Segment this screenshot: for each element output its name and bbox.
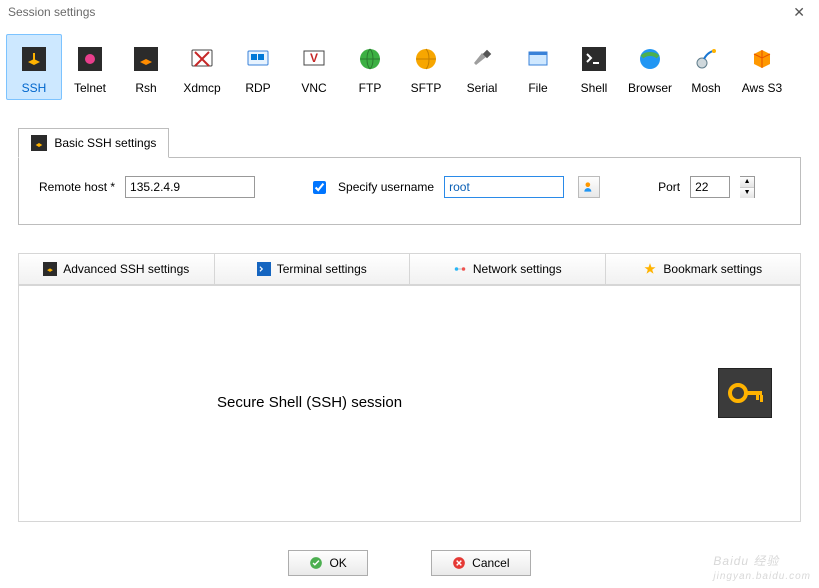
session-type-awss3[interactable]: Aws S3 — [734, 34, 790, 100]
ftp-icon — [354, 43, 386, 75]
session-type-label: SSH — [7, 81, 61, 99]
session-type-ssh[interactable]: SSH — [6, 34, 62, 100]
tab-advanced-ssh[interactable]: Advanced SSH settings — [18, 253, 215, 285]
tab-network[interactable]: Network settings — [410, 253, 606, 285]
telnet-icon — [74, 43, 106, 75]
svg-text:V: V — [310, 51, 318, 65]
serial-icon — [466, 43, 498, 75]
session-type-browser[interactable]: Browser — [622, 34, 678, 100]
xdmcp-icon — [186, 43, 218, 75]
tab-basic-label: Basic SSH settings — [54, 136, 156, 150]
sftp-icon — [410, 43, 442, 75]
check-icon — [309, 556, 323, 570]
port-input[interactable] — [690, 176, 730, 198]
network-icon — [453, 262, 467, 276]
vnc-icon: V — [298, 43, 330, 75]
mosh-icon — [690, 43, 722, 75]
star-icon — [643, 262, 657, 276]
cancel-button[interactable]: Cancel — [431, 550, 530, 576]
ok-button[interactable]: OK — [288, 550, 367, 576]
user-picker-button[interactable] — [578, 176, 600, 198]
rdp-icon — [242, 43, 274, 75]
browser-icon — [634, 43, 666, 75]
session-type-file[interactable]: File — [510, 34, 566, 100]
session-type-toolbar: SSH Telnet Rsh Xdmcp RDP V VNC FTP SFTP … — [0, 24, 819, 108]
remote-host-input[interactable] — [125, 176, 255, 198]
session-type-ftp[interactable]: FTP — [342, 34, 398, 100]
spin-up-icon[interactable]: ▲ — [740, 177, 754, 188]
terminal-icon — [257, 262, 271, 276]
specify-username-label: Specify username — [338, 180, 434, 194]
specify-username-checkbox[interactable] — [313, 181, 326, 194]
awss3-icon — [746, 43, 778, 75]
window-title: Session settings — [8, 5, 95, 19]
session-type-vnc[interactable]: V VNC — [286, 34, 342, 100]
basic-settings-panel: Remote host * Specify username Port ▲▼ — [18, 157, 801, 225]
session-type-shell[interactable]: Shell — [566, 34, 622, 100]
port-spinner[interactable]: ▲▼ — [740, 176, 755, 198]
rsh-icon — [130, 43, 162, 75]
username-input[interactable] — [444, 176, 564, 198]
wrench-icon — [43, 262, 57, 276]
dialog-buttons: OK Cancel — [0, 550, 819, 576]
cancel-icon — [452, 556, 466, 570]
session-content-panel: Secure Shell (SSH) session — [18, 286, 801, 522]
session-type-sftp[interactable]: SFTP — [398, 34, 454, 100]
session-type-rsh[interactable]: Rsh — [118, 34, 174, 100]
close-icon[interactable]: ✕ — [787, 2, 811, 23]
session-type-xdmcp[interactable]: Xdmcp — [174, 34, 230, 100]
port-label: Port — [658, 180, 680, 194]
spin-down-icon[interactable]: ▼ — [740, 188, 754, 198]
tab-bookmark[interactable]: Bookmark settings — [606, 253, 802, 285]
shell-icon — [578, 43, 610, 75]
ssh-key-icon — [718, 368, 772, 418]
remote-host-label: Remote host * — [39, 180, 115, 194]
session-type-mosh[interactable]: Mosh — [678, 34, 734, 100]
file-icon — [522, 43, 554, 75]
titlebar: Session settings ✕ — [0, 0, 819, 24]
wrench-icon — [31, 135, 47, 151]
session-title: Secure Shell (SSH) session — [217, 394, 402, 411]
session-type-telnet[interactable]: Telnet — [62, 34, 118, 100]
session-type-serial[interactable]: Serial — [454, 34, 510, 100]
session-type-rdp[interactable]: RDP — [230, 34, 286, 100]
tab-basic-ssh[interactable]: Basic SSH settings — [18, 128, 169, 158]
settings-tabbar: Advanced SSH settings Terminal settings … — [18, 253, 801, 286]
ssh-icon — [18, 43, 50, 75]
tab-terminal[interactable]: Terminal settings — [215, 253, 411, 285]
